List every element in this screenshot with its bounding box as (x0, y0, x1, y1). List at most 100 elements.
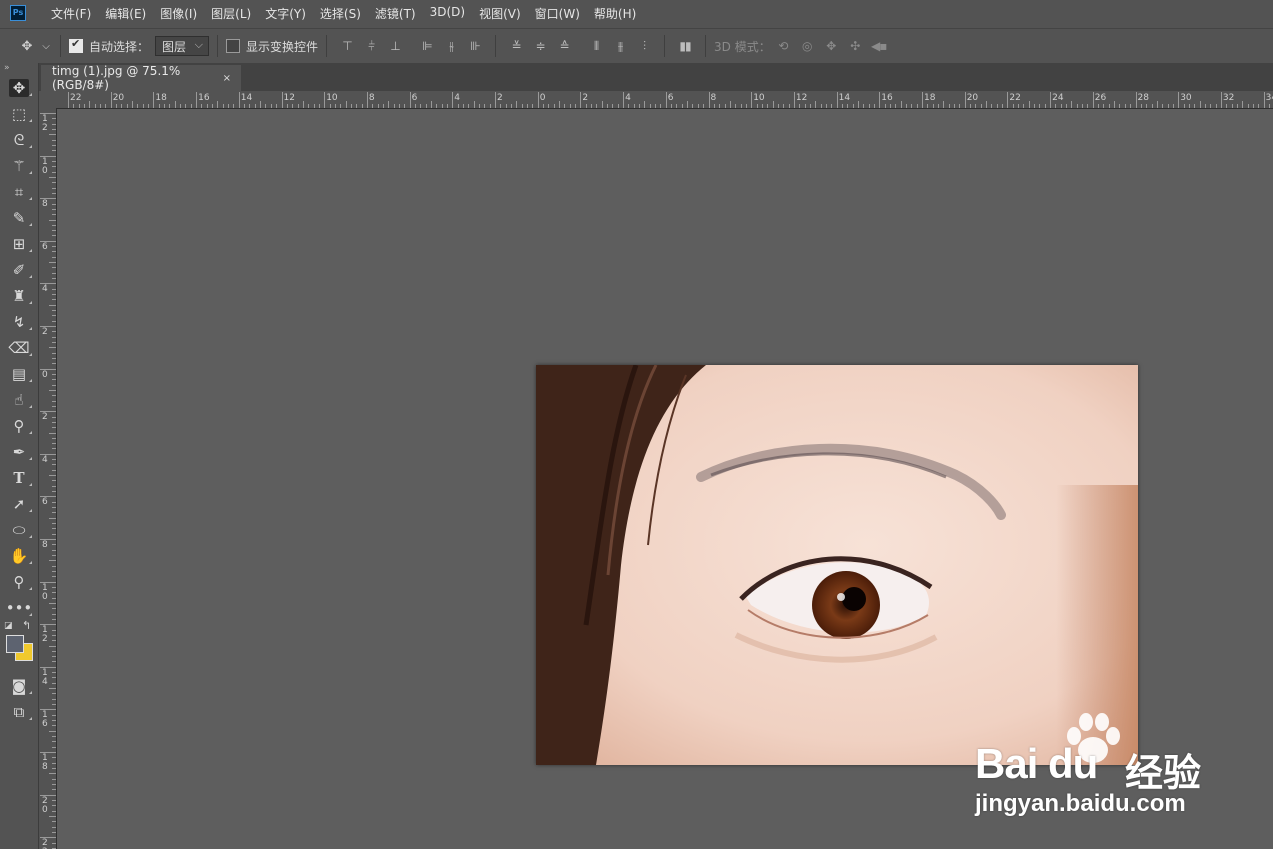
distribute-top-icon[interactable]: ≚ (504, 39, 528, 53)
auto-select-checkbox[interactable] (69, 37, 83, 53)
crop-tool[interactable]: ⌗ (0, 179, 38, 205)
screen-mode-button[interactable]: ⧉ (0, 699, 38, 725)
ruler-tick (49, 262, 56, 264)
auto-align-layers-icon[interactable]: ▮▮ (673, 39, 697, 53)
ruler-tick (783, 104, 785, 108)
align-bottom-icon[interactable]: ⊥ (383, 39, 407, 53)
auto-select-target-dropdown[interactable]: 图层 (155, 35, 210, 56)
3d-pan-icon[interactable]: ✥ (819, 39, 843, 53)
ruler-tick (52, 336, 56, 338)
quick-mask-button[interactable]: ◙ (0, 673, 38, 699)
align-horizontal-center-icon[interactable]: ⫳ (439, 39, 463, 54)
eyedropper-icon: ✎ (12, 209, 26, 227)
pen-tool[interactable]: ✒ (0, 439, 38, 465)
history-brush-tool[interactable]: ↯ (0, 309, 38, 335)
distribute-vertical-center-icon[interactable]: ≑ (528, 39, 552, 53)
ruler-tick (585, 104, 587, 108)
swap-colors-icon[interactable]: ↰ (22, 619, 31, 632)
3d-scale-icon[interactable]: ◀▪ (867, 39, 891, 53)
ruler-tick (1055, 104, 1057, 108)
eyedropper-tool[interactable]: ✎ (0, 205, 38, 231)
default-colors-icon[interactable]: ◪ (4, 621, 13, 631)
ruler-tick-label: 6 (42, 497, 48, 508)
ruler-tick (52, 256, 56, 258)
horizontal-ruler[interactable]: 22 20 18 16 14 12 10 8 6 4 2 0 2 4 6 8 10 12 14 16 18 20 22 24 2… (39, 91, 1273, 109)
menu-items: 文件(F) 编辑(E) 图像(I) 图层(L) 文字(Y) 选择(S) 滤镜(T) 3D(D)… (44, 5, 643, 22)
dodge-tool[interactable]: ⚲ (0, 413, 38, 439)
ruler-tick (665, 92, 667, 108)
ruler-tick-label: 10 (326, 93, 338, 103)
blur-tool[interactable]: ☝ (0, 387, 38, 413)
clone-stamp-tool[interactable]: ♜ (0, 283, 38, 309)
ruler-tick (1002, 104, 1004, 108)
menu-item[interactable]: 文字(Y) (258, 5, 313, 22)
lasso-tool[interactable]: ᘓ (0, 127, 38, 153)
move-tool-preset-icon[interactable]: ✥ (14, 39, 40, 54)
3d-slide-icon[interactable]: ✣ (843, 39, 867, 53)
ruler-tick (52, 640, 56, 642)
ruler-tick (52, 437, 56, 439)
hand-tool[interactable]: ✋ (0, 543, 38, 569)
magic-wand-tool[interactable]: ⚚ (0, 153, 38, 179)
distribute-bottom-icon[interactable]: ≙ (552, 39, 576, 53)
move-tool[interactable]: ✥ (0, 75, 38, 101)
distribute-left-icon[interactable]: ⫴ (584, 39, 608, 54)
menu-item[interactable]: 图像(I) (153, 5, 204, 22)
type-tool[interactable]: T (0, 465, 38, 491)
brush-tool[interactable]: ✐ (0, 257, 38, 283)
ruler-tick (841, 104, 843, 108)
chevron-down-icon[interactable]: ⌵ (40, 41, 52, 52)
zoom-tool[interactable]: ⚲ (0, 569, 38, 595)
ruler-tick (1252, 104, 1254, 108)
eraser-tool[interactable]: ⌫ (0, 335, 38, 361)
ruler-tick (158, 104, 160, 108)
edit-toolbar-button[interactable]: ••• (0, 595, 38, 621)
marquee-tool[interactable]: ⬚ (0, 101, 38, 127)
document-tab[interactable]: timg (1).jpg @ 75.1%(RGB/8#) × (41, 64, 241, 92)
ruler-tick (1151, 104, 1153, 108)
ruler-tick (553, 104, 555, 108)
watermark-product: 经验 (1125, 753, 1202, 795)
align-vertical-center-icon[interactable]: ⫩ (359, 39, 383, 54)
vertical-ruler[interactable]: 121086420246810121416182022 (39, 108, 57, 849)
align-top-icon[interactable]: ⊤ (335, 39, 359, 53)
align-right-icon[interactable]: ⊪ (463, 39, 487, 53)
ruler-tick (49, 219, 56, 221)
path-selection-tool[interactable]: ➚ (0, 491, 38, 517)
ruler-tick (52, 523, 56, 525)
document-image[interactable] (536, 365, 1138, 765)
menu-item[interactable]: 帮助(H) (587, 5, 643, 22)
ellipse-tool[interactable]: ⬭ (0, 517, 38, 543)
photoshop-logo[interactable]: Ps (10, 5, 26, 21)
show-transform-checkbox[interactable] (226, 39, 241, 53)
eye-photo (536, 365, 1138, 765)
ruler-tick (52, 826, 56, 828)
menu-item[interactable]: 文件(F) (44, 5, 98, 22)
distribute-horizontal-center-icon[interactable]: ⫵ (608, 39, 632, 54)
menu-item[interactable]: 编辑(E) (98, 5, 153, 22)
menu-item[interactable]: 窗口(W) (528, 5, 587, 22)
3d-roll-icon[interactable]: ◎ (795, 39, 819, 53)
menu-item[interactable]: 3D(D) (423, 5, 472, 22)
gradient-tool[interactable]: ▤ (0, 361, 38, 387)
ruler-tick (49, 688, 56, 690)
ruler-tick-label: 8 (42, 199, 48, 210)
align-left-icon[interactable]: ⊫ (415, 39, 439, 53)
ruler-tick (52, 469, 56, 471)
healing-brush-tool[interactable]: ⊞ (0, 231, 38, 257)
ruler-tick (334, 104, 336, 108)
panel-collapse-icon[interactable]: » (0, 63, 38, 75)
ruler-tick (511, 104, 512, 108)
close-icon[interactable]: × (223, 73, 231, 84)
options-bar: ✥ ⌵ 自动选择： 图层 显示变换控件 ⊤ ⫩ ⊥ ⊫ ⫳ ⊪ ≚ ≑ ≙ ⫴ … (0, 28, 1273, 64)
menu-item[interactable]: 滤镜(T) (368, 5, 423, 22)
distribute-right-icon[interactable]: ⫶ (632, 39, 656, 54)
menu-item[interactable]: 视图(V) (472, 5, 528, 22)
3d-orbit-icon[interactable]: ⟲ (771, 39, 795, 53)
foreground-color-swatch[interactable] (6, 635, 24, 653)
ruler-tick (49, 475, 56, 477)
menu-item[interactable]: 图层(L) (204, 5, 258, 22)
ruler-tick (356, 104, 358, 108)
ruler-tick (857, 101, 859, 108)
menu-item[interactable]: 选择(S) (313, 5, 368, 22)
